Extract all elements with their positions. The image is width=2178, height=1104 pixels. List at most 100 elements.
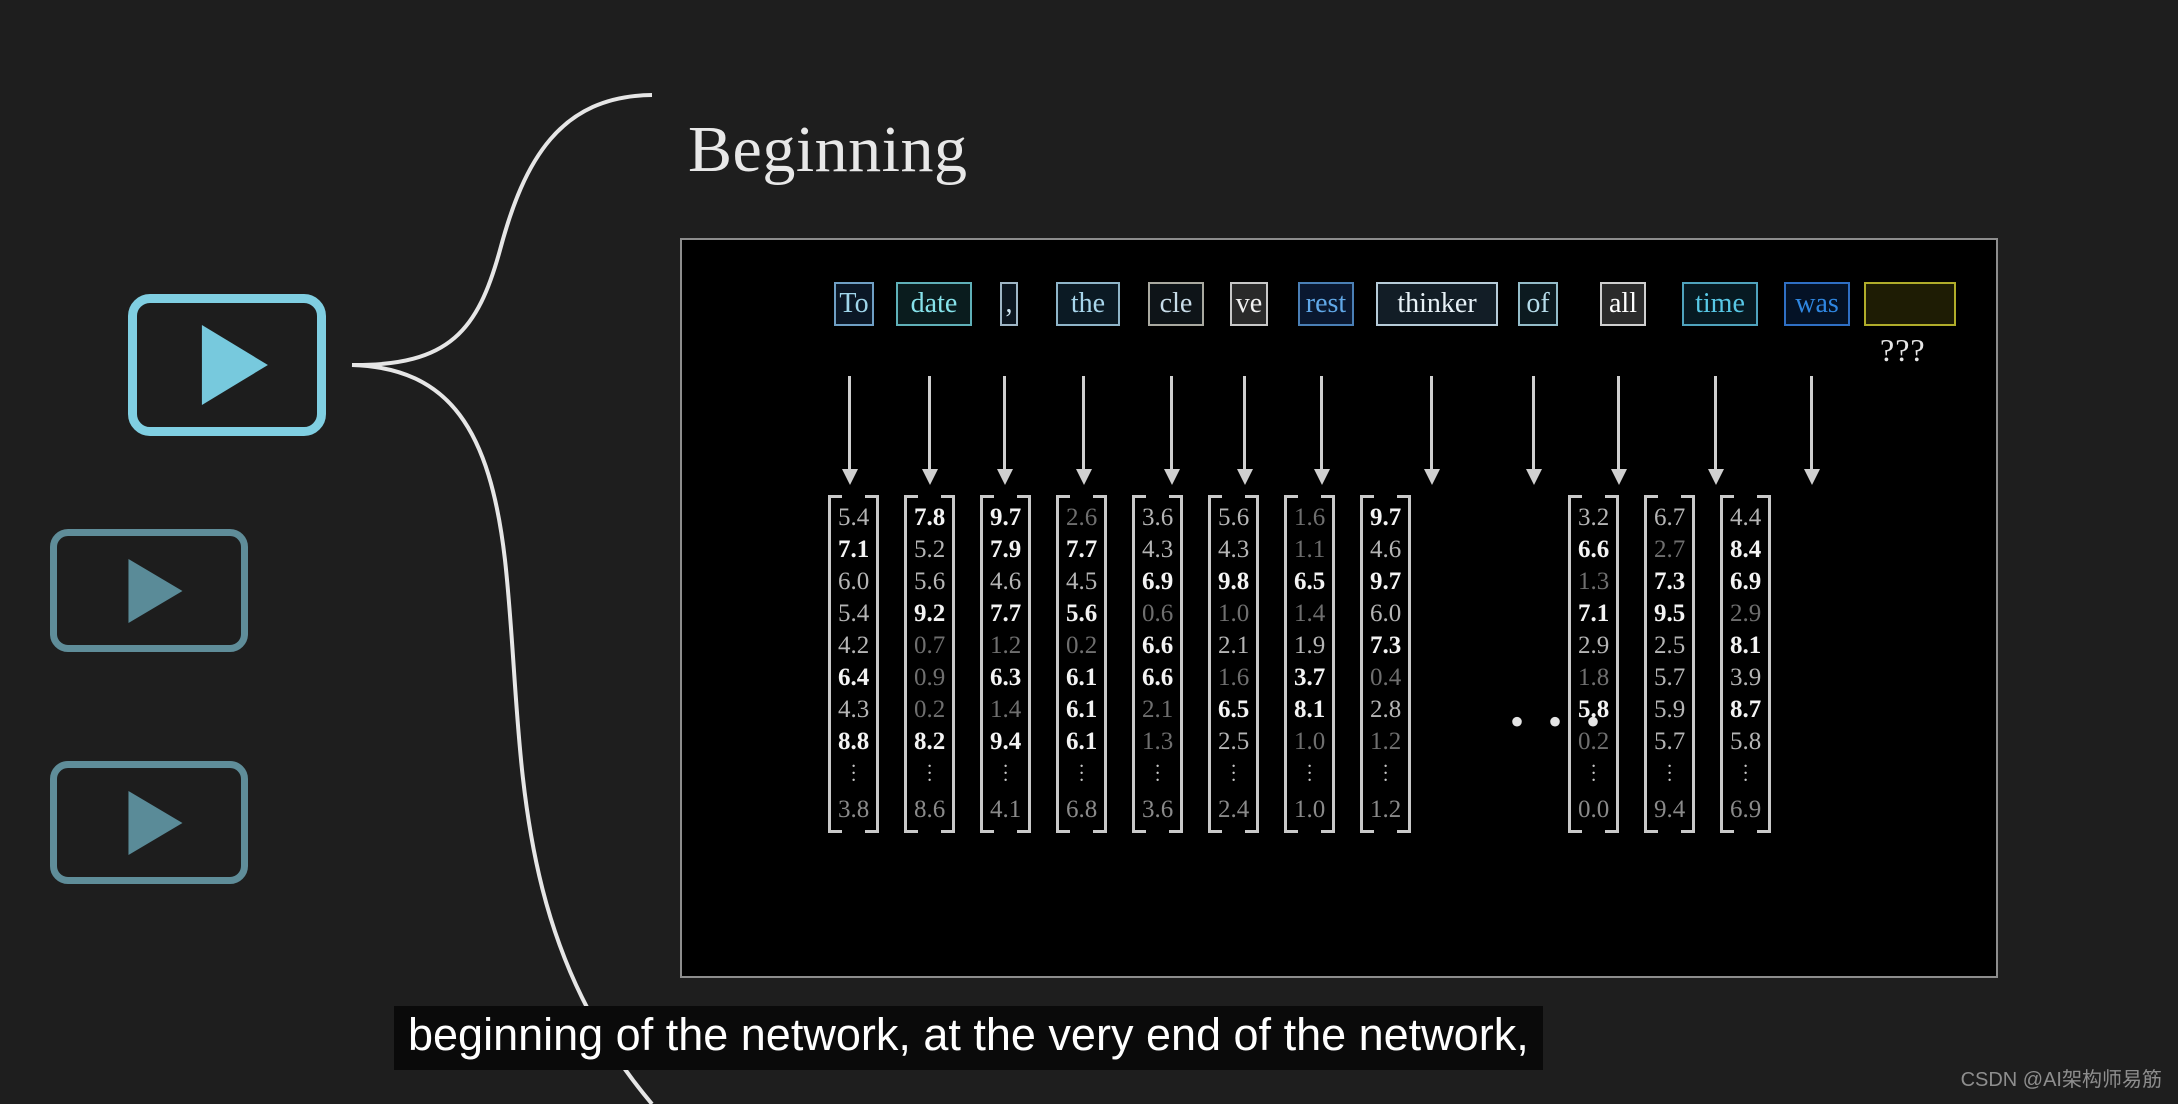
down-arrow [1617, 376, 1620, 470]
token-label: of [1526, 288, 1550, 319]
embedding-vector: 2.6 7.7 4.5 5.6 0.2 6.1 6.1 6.1... 6.8 [1056, 495, 1108, 833]
down-arrow [1430, 376, 1433, 470]
down-arrow [1532, 376, 1535, 470]
vector-value: 0.2 [1066, 632, 1098, 659]
vector-value: 1.2 [1370, 796, 1402, 823]
token-label: the [1070, 288, 1106, 319]
vector-value: 0.2 [914, 696, 946, 723]
token-label: To [839, 288, 869, 319]
token-: , [1000, 282, 1018, 326]
vector-value: 4.1 [990, 796, 1022, 823]
columns-ellipsis: • • • [1510, 699, 1608, 744]
down-arrow [1170, 376, 1173, 470]
play-button-second[interactable] [50, 529, 248, 652]
vector-value: 6.8 [1066, 796, 1098, 823]
vector-value: 6.1 [1066, 664, 1098, 691]
vector-value: 6.4 [838, 664, 870, 691]
vector-value: 0.0 [1578, 796, 1610, 823]
vector-value: 5.7 [1654, 664, 1686, 691]
vector-value: 1.4 [990, 696, 1022, 723]
vector-value: 9.8 [1218, 568, 1250, 595]
embedding-vector: 3.6 4.3 6.9 0.6 6.6 6.6 2.1 1.3... 3.6 [1132, 495, 1184, 833]
embedding-vector: 5.4 7.1 6.0 5.4 4.2 6.4 4.3 8.8... 3.8 [828, 495, 880, 833]
vector-value: 7.1 [838, 536, 870, 563]
down-arrow [1320, 376, 1323, 470]
vector-value: 3.7 [1294, 664, 1326, 691]
vector-value: 6.0 [1370, 600, 1402, 627]
vector-value: 5.4 [838, 600, 870, 627]
vector-value: 4.3 [1218, 536, 1250, 563]
sidebar-play-buttons [0, 0, 340, 1104]
vector-ellipsis: ... [1155, 750, 1161, 786]
vector-value: 0.4 [1370, 664, 1402, 691]
vector-value: 9.7 [1370, 568, 1402, 595]
vector-ellipsis: ... [927, 750, 933, 786]
down-arrow [1082, 376, 1085, 470]
vector-value: 6.9 [1730, 568, 1762, 595]
token-label: rest [1305, 288, 1347, 319]
vector-value: 6.1 [1066, 696, 1098, 723]
vector-value: 5.6 [1066, 600, 1098, 627]
embedding-vector: 6.7 2.7 7.3 9.5 2.5 5.7 5.9 5.7... 9.4 [1644, 495, 1696, 833]
vector-value: 8.1 [1294, 696, 1326, 723]
embedding-vector: 4.4 8.4 6.9 2.9 8.1 3.9 8.7 5.8... 6.9 [1720, 495, 1772, 833]
play-button-third[interactable] [50, 761, 248, 884]
down-arrow [1003, 376, 1006, 470]
token-the: the [1056, 282, 1120, 326]
down-arrow [848, 376, 851, 470]
vector-ellipsis: ... [1307, 750, 1313, 786]
down-arrow [1810, 376, 1813, 470]
vector-value: 2.1 [1142, 696, 1174, 723]
vector-ellipsis: ... [1079, 750, 1085, 786]
vector-value: 3.2 [1578, 504, 1610, 531]
vector-value: 6.0 [838, 568, 870, 595]
embedding-vector: 3.2 6.6 1.3 7.1 2.9 1.8 5.8 0.2... 0.0 [1568, 495, 1620, 833]
diagram-panel: To date, the cle ve rest thinker of all time was??… [680, 238, 1998, 978]
vector-value: 6.5 [1218, 696, 1250, 723]
vector-value: 6.6 [1578, 536, 1610, 563]
token-rest: rest [1298, 282, 1354, 326]
token-thinker: thinker [1376, 282, 1498, 326]
vector-value: 5.4 [838, 504, 870, 531]
vector-value: 7.1 [1578, 600, 1610, 627]
embedding-vector: 7.8 5.2 5.6 9.2 0.7 0.9 0.2 8.2... 8.6 [904, 495, 956, 833]
play-icon [128, 790, 183, 855]
vector-value: 7.9 [990, 536, 1022, 563]
vector-value: 5.9 [1654, 696, 1686, 723]
vector-value: 5.6 [1218, 504, 1250, 531]
vector-value: 0.7 [914, 632, 946, 659]
vector-value: 7.7 [990, 600, 1022, 627]
vector-value: 6.5 [1294, 568, 1326, 595]
vector-value: 2.8 [1370, 696, 1402, 723]
vector-value: 0.6 [1142, 600, 1174, 627]
vector-value: 3.8 [838, 796, 870, 823]
embedding-vector: 9.7 7.9 4.6 7.7 1.2 6.3 1.4 9.4... 4.1 [980, 495, 1032, 833]
vector-value: 2.6 [1066, 504, 1098, 531]
token-row: To date, the cle ve rest thinker of all time was??… [682, 240, 1996, 976]
vector-value: 9.5 [1654, 600, 1686, 627]
vector-value: 6.3 [990, 664, 1022, 691]
token-label: date [910, 288, 958, 319]
vector-value: 1.4 [1294, 600, 1326, 627]
watermark: CSDN @AI架构师易筋 [1960, 1069, 2162, 1091]
vector-value: 1.8 [1578, 664, 1610, 691]
vector-value: 2.9 [1578, 632, 1610, 659]
vector-value: 2.1 [1218, 632, 1250, 659]
vector-value: 9.4 [1654, 796, 1686, 823]
token-of: of [1518, 282, 1558, 326]
vector-value: 7.3 [1370, 632, 1402, 659]
vector-value: 1.0 [1218, 600, 1250, 627]
vector-value: 9.7 [990, 504, 1022, 531]
slide-canvas: Beginning To date, the cle ve rest thinker of al… [0, 0, 2178, 1104]
vector-value: 4.6 [990, 568, 1022, 595]
vector-value: 8.1 [1730, 632, 1762, 659]
embedding-vector: 9.7 4.6 9.7 6.0 7.3 0.4 2.8 1.2... 1.2 [1360, 495, 1412, 833]
vector-value: 4.3 [1142, 536, 1174, 563]
play-button-active[interactable] [128, 294, 326, 436]
vector-value: 4.5 [1066, 568, 1098, 595]
vector-ellipsis: ... [1743, 750, 1749, 786]
vector-value: 6.9 [1730, 796, 1762, 823]
vector-ellipsis: ... [1383, 750, 1389, 786]
vector-value: 6.9 [1142, 568, 1174, 595]
vector-value: 8.7 [1730, 696, 1762, 723]
